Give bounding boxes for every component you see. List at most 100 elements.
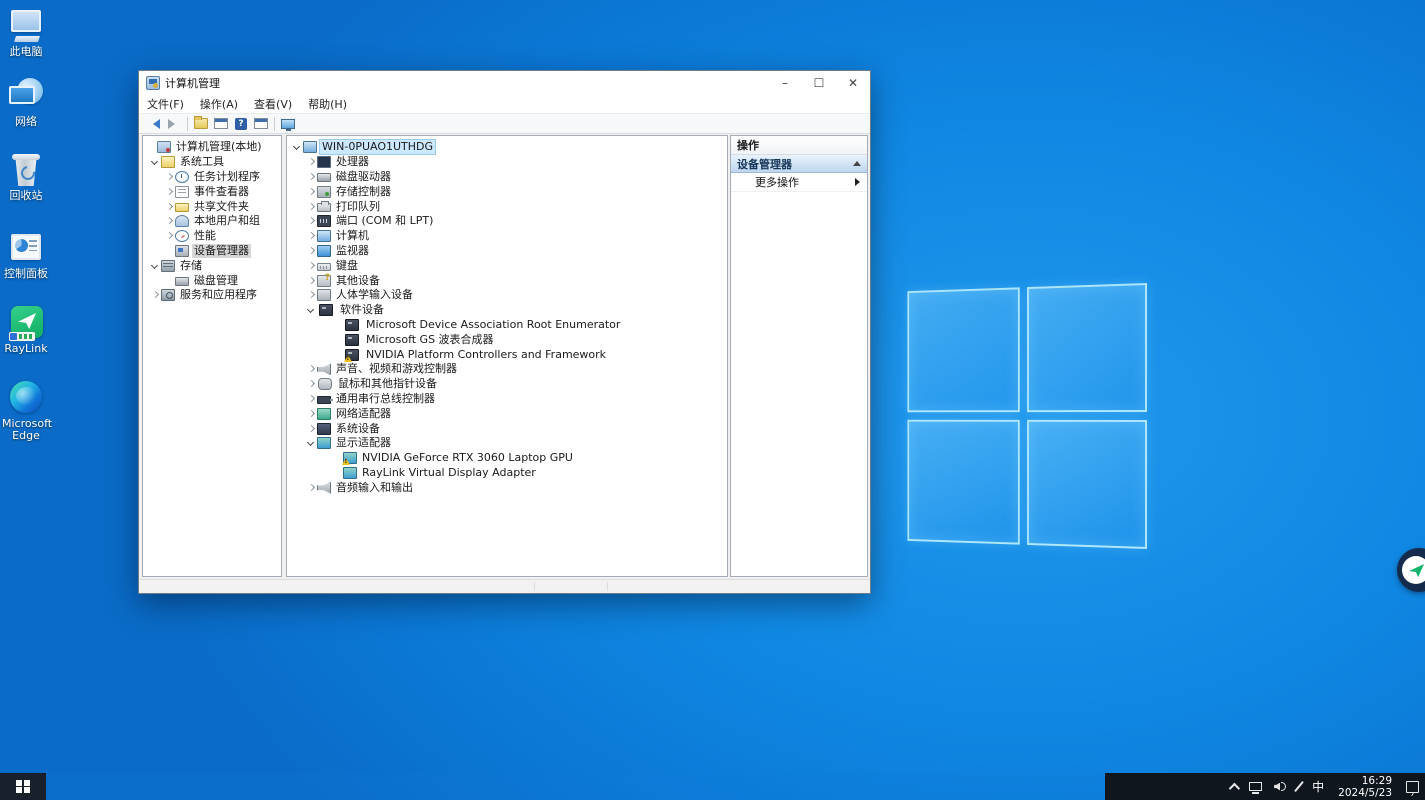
help-button[interactable]: ? — [231, 115, 251, 133]
minimize-button[interactable]: – — [768, 71, 802, 95]
chevron-right-icon[interactable] — [163, 230, 175, 242]
chevron-right-icon[interactable] — [305, 186, 317, 198]
desktop-icon-label: Microsoft Edge — [2, 418, 50, 442]
tree-item[interactable]: RayLink Virtual Display Adapter — [287, 466, 727, 481]
tree-item[interactable]: NVIDIA Platform Controllers and Framewor… — [287, 347, 727, 362]
chevron-right-icon[interactable] — [305, 423, 317, 435]
back-button[interactable] — [144, 115, 164, 133]
close-button[interactable]: ✕ — [836, 71, 870, 95]
tree-item[interactable]: 通用串行总线控制器 — [287, 392, 727, 407]
tree-item[interactable]: Microsoft GS 波表合成器 — [287, 332, 727, 347]
chevron-right-icon[interactable] — [305, 201, 317, 213]
tree-item[interactable]: 其他设备 — [287, 273, 727, 288]
start-button[interactable] — [0, 773, 46, 800]
chevron-right-icon[interactable] — [305, 289, 317, 301]
volume-icon[interactable] — [1274, 782, 1286, 791]
tree-item[interactable]: 系统工具 — [143, 155, 281, 170]
ime-indicator[interactable]: 中 — [1312, 778, 1324, 795]
tree-item[interactable]: 磁盘管理 — [143, 273, 281, 288]
desktop-icon-this-pc[interactable]: 此电脑 — [2, 8, 50, 58]
chevron-up-icon[interactable] — [1229, 783, 1237, 791]
desktop-icon-recycle-bin[interactable]: 回收站 — [2, 152, 50, 202]
warning-icon — [344, 355, 352, 362]
chevron-right-icon[interactable] — [305, 378, 317, 390]
chevron-right-icon[interactable] — [305, 482, 317, 494]
chevron-right-icon[interactable] — [163, 186, 175, 198]
console-window-button[interactable] — [251, 115, 271, 133]
network-icon[interactable] — [1249, 782, 1262, 791]
tree-item[interactable]: 磁盘驱动器 — [287, 170, 727, 185]
maximize-button[interactable]: ☐ — [802, 71, 836, 95]
desktop-icon-network[interactable]: 网络 — [2, 78, 50, 128]
chevron-right-icon[interactable] — [305, 245, 317, 257]
tree-item-label: 磁盘管理 — [192, 274, 240, 288]
tree-item[interactable]: 音频输入和输出 — [287, 480, 727, 495]
tree-item[interactable]: WIN-0PUAO1UTHDG — [287, 140, 727, 155]
tree-item[interactable]: 计算机 — [287, 229, 727, 244]
desktop-icon-control-panel[interactable]: 控制面板 — [2, 230, 50, 280]
disk-mgmt-icon — [175, 277, 189, 286]
desktop-icon-edge[interactable]: Microsoft Edge — [2, 380, 50, 442]
tree-item[interactable]: 性能 — [143, 229, 281, 244]
tree-item[interactable]: 鼠标和其他指针设备 — [287, 377, 727, 392]
more-actions-item[interactable]: 更多操作 — [731, 173, 867, 192]
chevron-right-icon[interactable] — [305, 275, 317, 287]
chevron-right-icon[interactable] — [305, 215, 317, 227]
chevron-right-icon[interactable] — [305, 363, 317, 375]
chevron-right-icon[interactable] — [305, 408, 317, 420]
chevron-down-icon[interactable] — [291, 141, 303, 153]
tree-item[interactable]: Microsoft Device Association Root Enumer… — [287, 318, 727, 333]
tree-item[interactable]: 存储控制器 — [287, 184, 727, 199]
menu-a[interactable]: 操作(A) — [192, 95, 246, 114]
actions-group-device-manager[interactable]: 设备管理器 — [731, 155, 867, 173]
tree-item[interactable]: 软件设备 — [287, 303, 727, 318]
chevron-right-icon[interactable] — [305, 260, 317, 272]
tree-item[interactable]: 设备管理器 — [143, 244, 281, 259]
chevron-down-icon[interactable] — [149, 156, 161, 168]
tree-item[interactable]: 共享文件夹 — [143, 199, 281, 214]
chevron-right-icon[interactable] — [305, 230, 317, 242]
tree-item[interactable]: 处理器 — [287, 155, 727, 170]
forward-button[interactable] — [164, 115, 184, 133]
tree-item[interactable]: 键盘 — [287, 258, 727, 273]
collapse-icon[interactable] — [853, 161, 861, 166]
tree-item[interactable]: 打印队列 — [287, 199, 727, 214]
tree-item[interactable]: 监视器 — [287, 244, 727, 259]
tree-item[interactable]: 存储 — [143, 258, 281, 273]
title-bar[interactable]: 计算机管理 – ☐ ✕ — [139, 71, 870, 95]
tree-item[interactable]: 端口 (COM 和 LPT) — [287, 214, 727, 229]
tree-item[interactable]: 显示适配器 — [287, 436, 727, 451]
tree-item[interactable]: 任务计划程序 — [143, 170, 281, 185]
chevron-right-icon[interactable] — [163, 171, 175, 183]
tree-item[interactable]: 本地用户和组 — [143, 214, 281, 229]
tree-item[interactable]: 人体学输入设备 — [287, 288, 727, 303]
folder-button[interactable] — [191, 115, 211, 133]
tree-item[interactable]: 网络适配器 — [287, 406, 727, 421]
action-center-icon[interactable] — [1406, 781, 1419, 793]
chevron-down-icon[interactable] — [149, 260, 161, 272]
chevron-down-icon[interactable] — [305, 437, 317, 449]
console-window-button[interactable] — [211, 115, 231, 133]
chevron-right-icon[interactable] — [149, 289, 161, 301]
monitor-button[interactable] — [278, 115, 298, 133]
chevron-down-icon[interactable] — [305, 304, 317, 316]
tree-item[interactable]: NVIDIA GeForce RTX 3060 Laptop GPU — [287, 451, 727, 466]
raylink-floating-ball[interactable] — [1397, 548, 1425, 592]
display-adapter-icon — [343, 452, 357, 464]
chevron-right-icon[interactable] — [305, 171, 317, 183]
menu-f[interactable]: 文件(F) — [139, 95, 192, 114]
chevron-right-icon[interactable] — [163, 215, 175, 227]
chevron-right-icon[interactable] — [305, 393, 317, 405]
chevron-right-icon[interactable] — [163, 201, 175, 213]
chevron-right-icon[interactable] — [305, 156, 317, 168]
tree-item[interactable]: 事件查看器 — [143, 184, 281, 199]
desktop-icon-raylink[interactable]: RayLink — [2, 305, 50, 355]
tree-item[interactable]: 系统设备 — [287, 421, 727, 436]
menu-v[interactable]: 查看(V) — [246, 95, 300, 114]
tree-item[interactable]: 计算机管理(本地) — [143, 140, 281, 155]
pen-icon[interactable] — [1298, 780, 1300, 793]
menu-h[interactable]: 帮助(H) — [300, 95, 355, 114]
tree-item[interactable]: 声音、视频和游戏控制器 — [287, 362, 727, 377]
tree-item[interactable]: 服务和应用程序 — [143, 288, 281, 303]
clock[interactable]: 16:29 2024/5/23 — [1338, 775, 1392, 799]
